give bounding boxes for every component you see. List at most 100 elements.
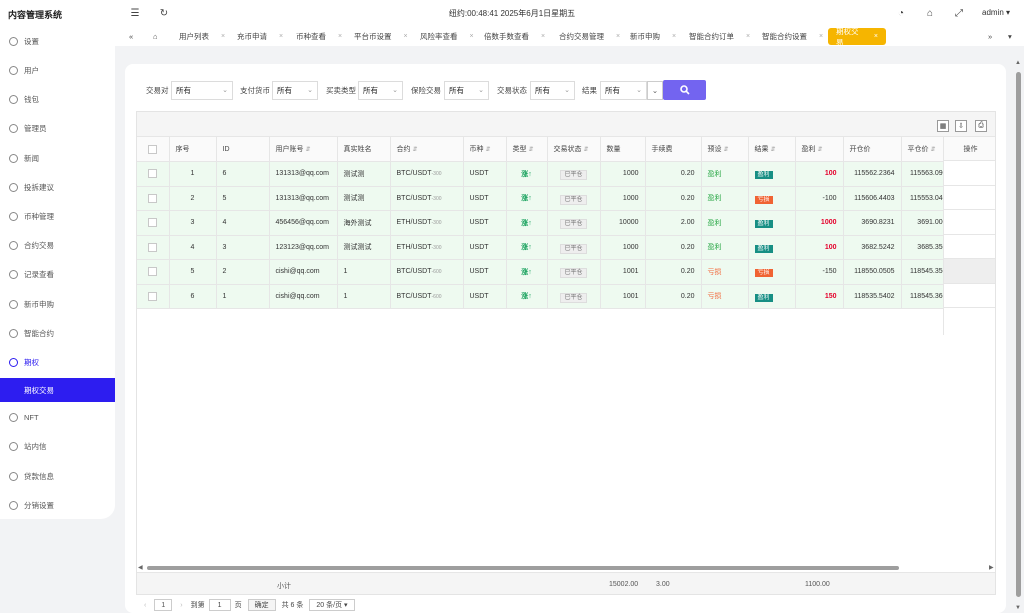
sidebar-item-records[interactable]: 记录查看	[0, 262, 115, 286]
col-header-account[interactable]: 用户账号 ⇵	[269, 137, 338, 162]
filter-pair-select[interactable]: 所有 ⌄	[171, 81, 233, 100]
columns-icon[interactable]: ▦	[937, 120, 949, 132]
col-header-id[interactable]: ID	[216, 137, 270, 162]
col-header-currency[interactable]: 币种 ⇵	[463, 137, 507, 162]
filter-result-select[interactable]: 所有 ⌄	[600, 81, 647, 100]
row-actions[interactable]	[944, 235, 995, 259]
goto-page-input[interactable]: 1	[208, 599, 231, 611]
col-header-result[interactable]: 结果 ⇵	[748, 137, 796, 162]
close-icon[interactable]: ×	[404, 33, 408, 40]
sidebar-item-users[interactable]: 用户	[0, 58, 115, 82]
filter-side-select[interactable]: 所有 ⌄	[358, 81, 403, 100]
sidebar-item-new-coin[interactable]: 新币申购	[0, 292, 115, 316]
col-header-profit[interactable]: 盈利 ⇵	[795, 137, 844, 162]
expand-filters-button[interactable]: ⌄	[647, 81, 663, 100]
sort-icon[interactable]: ⇵	[306, 147, 311, 153]
close-icon[interactable]: ×	[279, 33, 283, 40]
sort-icon[interactable]: ⇵	[413, 147, 418, 153]
tab-risk-rate[interactable]: 风险率查看 ×	[420, 28, 474, 45]
close-icon[interactable]: ×	[874, 33, 878, 40]
scroll-left-icon[interactable]: ◀	[138, 564, 143, 571]
sort-icon[interactable]: ⇵	[818, 147, 823, 153]
close-icon[interactable]: ×	[221, 33, 225, 40]
tab-option-trading[interactable]: 期权交易 ×	[828, 27, 886, 47]
col-header-type[interactable]: 类型 ⇵	[506, 137, 548, 162]
sort-icon[interactable]: ⇵	[486, 147, 491, 153]
row-actions[interactable]	[944, 210, 995, 235]
row-checkbox[interactable]	[137, 161, 170, 187]
search-button[interactable]	[663, 80, 706, 100]
sidebar-item-messages[interactable]: 站内信	[0, 434, 115, 458]
tab-smart-contract-settings[interactable]: 智能合约设置 ×	[762, 28, 823, 45]
table-row[interactable]: 4 3 123123@qq.com 测试测试 ETH/USDT-300 USDT…	[137, 235, 954, 260]
col-header-status[interactable]: 交易状态 ⇵	[547, 137, 601, 162]
page-vertical-scrollbar[interactable]: ▲ ▼	[1014, 60, 1022, 613]
filter-status-select[interactable]: 所有 ⌄	[530, 81, 575, 100]
sidebar-item-loans[interactable]: 贷款信息	[0, 464, 115, 488]
sidebar-item-wallet[interactable]: 钱包	[0, 87, 115, 111]
sort-icon[interactable]: ⇵	[584, 147, 589, 153]
menu-fold-icon[interactable]: ☰	[129, 7, 141, 19]
row-actions[interactable]	[944, 284, 995, 308]
sidebar-item-options[interactable]: 期权	[0, 350, 115, 374]
sidebar-item-distribution[interactable]: 分销设置	[0, 493, 115, 517]
tag-icon[interactable]: ⌂	[924, 7, 936, 19]
col-header-no[interactable]: 序号	[169, 137, 217, 162]
sort-icon[interactable]: ⇵	[529, 147, 534, 153]
tabs-scroll-left-icon[interactable]: «	[129, 28, 133, 45]
row-checkbox[interactable]	[137, 259, 170, 285]
page-number-current[interactable]: 1	[154, 599, 173, 611]
goto-confirm-button[interactable]: 确定	[247, 599, 276, 611]
sort-icon[interactable]: ⇵	[724, 147, 729, 153]
table-row[interactable]: 1 6 131313@qq.com 测试测 BTC/USDT-300 USDT …	[137, 161, 954, 187]
close-icon[interactable]: ×	[470, 33, 474, 40]
row-checkbox[interactable]	[137, 186, 170, 211]
tab-contract-management[interactable]: 合约交易管理 ×	[559, 28, 620, 45]
row-checkbox[interactable]	[137, 284, 170, 309]
sidebar-item-news[interactable]: 新闻	[0, 146, 115, 170]
filter-payment-select[interactable]: 所有 ⌄	[272, 81, 318, 100]
row-actions[interactable]	[944, 259, 995, 284]
row-actions[interactable]	[944, 186, 995, 210]
col-header-preset[interactable]: 预设 ⇵	[701, 137, 749, 162]
next-page-icon[interactable]: ›	[180, 602, 182, 609]
row-checkbox[interactable]	[137, 210, 170, 236]
scroll-up-icon[interactable]: ▲	[1015, 60, 1021, 66]
table-row[interactable]: 2 5 131313@qq.com 测试测 BTC/USDT-300 USDT …	[137, 186, 954, 211]
col-header-open-price[interactable]: 开仓价	[843, 137, 902, 162]
close-icon[interactable]: ×	[819, 33, 823, 40]
close-icon[interactable]: ×	[616, 33, 620, 40]
refresh-icon[interactable]: ↻	[158, 7, 170, 19]
home-icon[interactable]: ⌂	[153, 28, 158, 45]
close-icon[interactable]: ×	[338, 33, 342, 40]
col-header-pair[interactable]: 合约 ⇵	[390, 137, 464, 162]
scroll-down-icon[interactable]: ▼	[1015, 605, 1021, 611]
filter-insurance-select[interactable]: 所有 ⌄	[444, 81, 489, 100]
tab-user-list[interactable]: 用户列表 ×	[179, 28, 225, 45]
close-icon[interactable]: ×	[746, 33, 750, 40]
close-icon[interactable]: ×	[672, 33, 676, 40]
tabs-menu-icon[interactable]: ▾	[1008, 28, 1012, 45]
user-menu[interactable]: admin ▾	[982, 8, 1010, 17]
theme-icon[interactable]: ◔	[895, 7, 907, 19]
sidebar-item-currency[interactable]: 币种管理	[0, 204, 115, 228]
tab-currency-view[interactable]: 币种查看 ×	[296, 28, 342, 45]
table-row[interactable]: 6 1 cishi@qq.com 1 BTC/USDT-600 USDT 涨↑ …	[137, 284, 954, 309]
sidebar-item-nft[interactable]: NFT	[0, 405, 115, 429]
sidebar-item-smart-contract[interactable]: 智能合约	[0, 321, 115, 345]
row-checkbox[interactable]	[137, 235, 170, 260]
sidebar-item-admin[interactable]: 管理员	[0, 116, 115, 140]
sort-icon[interactable]: ⇵	[771, 147, 776, 153]
close-icon[interactable]: ×	[541, 33, 545, 40]
print-icon[interactable]: ⎙	[975, 120, 987, 132]
sidebar-item-contract[interactable]: 合约交易	[0, 233, 115, 257]
page-size-select[interactable]: 20 条/页 ▾	[309, 599, 355, 611]
table-row[interactable]: 3 4 456456@qq.com 海外测试 ETH/USDT-300 USDT…	[137, 210, 954, 236]
fullscreen-icon[interactable]: ⤢	[953, 7, 965, 19]
col-header-qty[interactable]: 数量	[600, 137, 646, 162]
sort-icon[interactable]: ⇵	[931, 147, 936, 153]
scroll-right-icon[interactable]: ▶	[989, 564, 994, 571]
tab-platform-coin[interactable]: 平台币设置 ×	[354, 28, 408, 45]
tab-new-coin[interactable]: 新币申购 ×	[630, 28, 676, 45]
tab-smart-contract-orders[interactable]: 智能合约订单 ×	[689, 28, 750, 45]
